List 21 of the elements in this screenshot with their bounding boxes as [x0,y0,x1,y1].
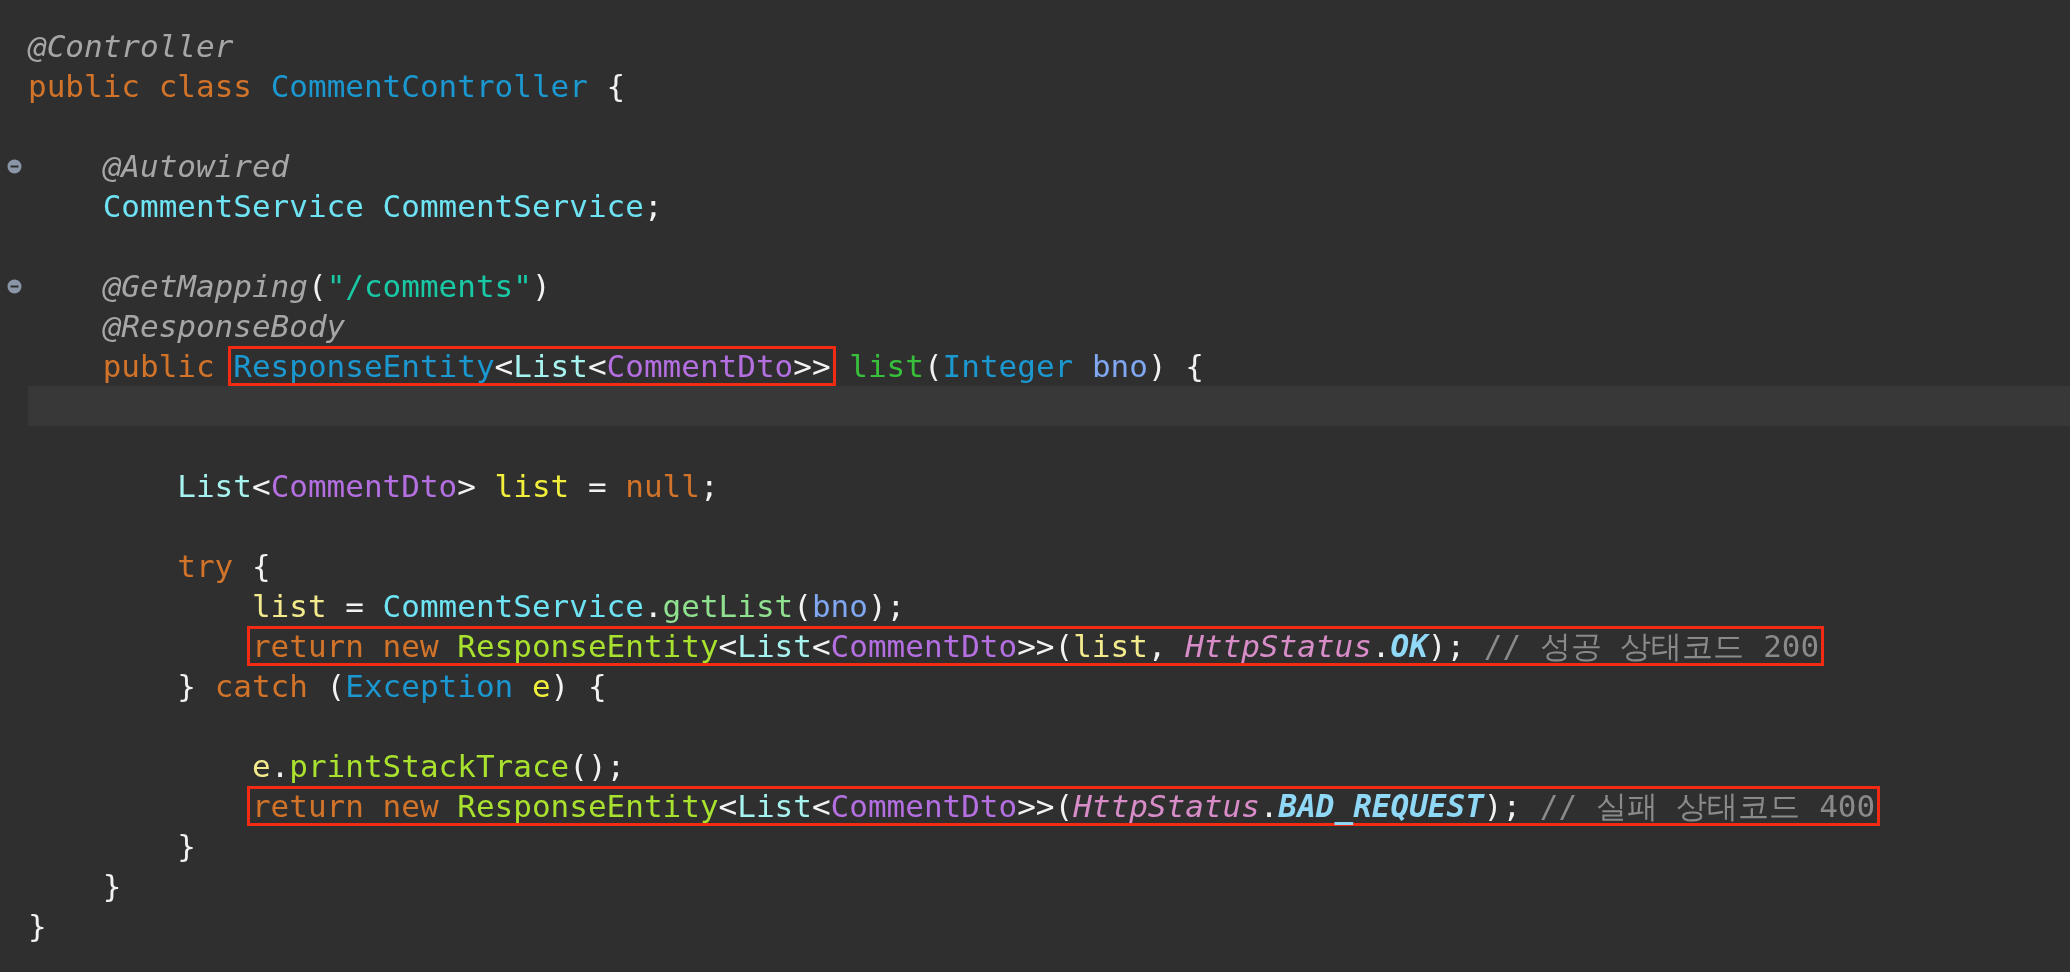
code-text: list = CommentService.getList(bno); [251,587,906,626]
code-text: list(Integer bno) { [848,347,1204,386]
highlight-box: ResponseEntity<List<CommentDto>> [228,346,836,386]
fold-collapse-icon[interactable] [6,158,22,174]
code-text: } [177,827,196,866]
code-text: e.printStackTrace(); [251,747,626,786]
code-text: public [102,347,216,386]
highlight-box: return new ResponseEntity<List<CommentDto>>(list, HttpStatus.OK); // 성공 상태코드 200 [246,626,1825,666]
code-text: CommentService CommentService; [102,187,663,226]
code-text: } catch (Exception e) { [177,667,607,706]
code-text: List<CommentDto> list = null; [177,467,719,506]
code-text: @GetMapping("/comments") [102,267,551,306]
code-text: @ResponseBody [102,307,346,346]
code-text: @Controller [28,27,234,66]
fold-collapse-icon[interactable] [6,278,22,294]
code-text: @Autowired [102,147,290,186]
highlight-box: return new ResponseEntity<List<CommentDto>>(HttpStatus.BAD_REQUEST); // 실패 상태코드 400 [246,786,1881,826]
code-text: } [102,867,122,906]
code-text: try { [177,547,271,586]
code-text: public class CommentController { [28,67,626,106]
code-text: } [28,907,47,946]
